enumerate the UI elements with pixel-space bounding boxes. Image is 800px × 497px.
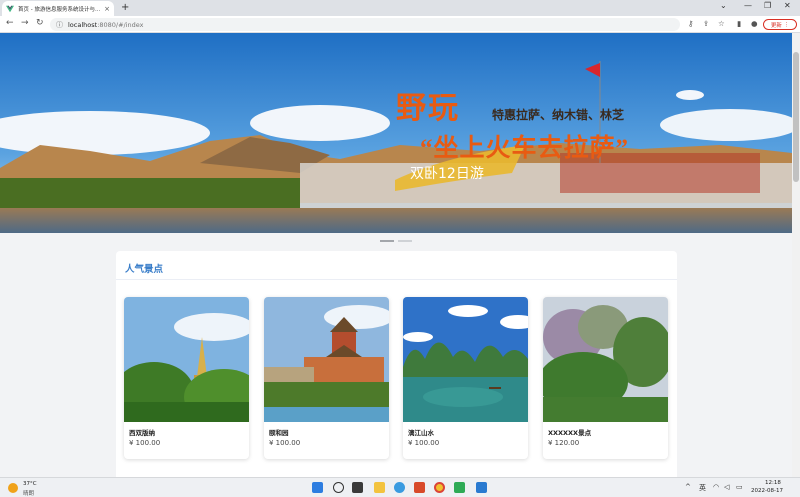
task-view-icon[interactable] [352, 482, 363, 493]
banner-image [0, 33, 792, 233]
url-host: localhost [68, 20, 98, 29]
back-icon[interactable]: ← [6, 18, 14, 28]
profile-icon[interactable]: ● [751, 19, 758, 28]
site-info-icon[interactable]: ⓘ [56, 20, 63, 30]
vue-logo-icon [6, 5, 14, 12]
weather-description: 晴朗 [23, 491, 35, 497]
spot-name: 漓江山水 [408, 429, 434, 437]
banner-title: 野玩 [396, 92, 460, 125]
address-bar[interactable]: ⓘ localhost:8080/#/index [50, 18, 680, 31]
battery-icon[interactable]: ▭ [736, 483, 743, 491]
spot-image-generic-spot [543, 297, 668, 422]
reload-icon[interactable]: ↻ [36, 18, 44, 28]
spot-price: ¥ 100.00 [129, 439, 161, 447]
clock-date[interactable]: 2022-08-17 [751, 488, 783, 494]
banner-slogan: “坐上火车去拉萨” [420, 135, 630, 162]
update-label: 更新 [770, 22, 782, 29]
spot-image-xishuangbanna [124, 297, 249, 422]
vscode-icon[interactable] [476, 482, 487, 493]
app-icon[interactable] [454, 482, 465, 493]
spot-price: ¥ 100.00 [408, 439, 440, 447]
chrome-icon[interactable] [434, 482, 445, 493]
url-path: :8080/#/index [97, 20, 144, 29]
close-window-button[interactable]: ✕ [784, 1, 791, 10]
spot-image-li-river [403, 297, 528, 422]
volume-icon[interactable]: ◁ [724, 483, 729, 491]
page-viewport: 野玩 特惠拉萨、纳木错、林芝 “坐上火车去拉萨” 双卧12日游 人气景点 西双版… [0, 33, 800, 477]
key-icon[interactable]: ⚷ [688, 19, 694, 28]
tab-close-icon[interactable]: × [104, 5, 110, 13]
section-title: 人气景点 [125, 264, 164, 275]
browser-tab-bar: 首页 - 旅游信息服务系统设计与... × + ⌄ — ❐ ✕ [0, 0, 800, 16]
spot-price: ¥ 100.00 [269, 439, 301, 447]
spot-price: ¥ 120.00 [548, 439, 580, 447]
update-button[interactable]: 更新 ⋮ [763, 19, 797, 30]
divider [116, 279, 677, 280]
popular-spots-panel: 人气景点 西双版纳 ¥ 100.00 颐和园 ¥ 100.00 漓江山水 ¥ 1… [116, 251, 677, 477]
spot-name: XXXXXX景点 [548, 429, 592, 437]
minimize-button[interactable]: — [744, 1, 752, 10]
spot-image-summer-palace [264, 297, 389, 422]
weather-sun-icon[interactable] [8, 483, 18, 493]
search-icon[interactable] [333, 482, 344, 493]
spot-name: 西双版纳 [129, 429, 155, 437]
carousel-dot-2[interactable] [398, 240, 412, 242]
url-text: localhost:8080/#/index [68, 21, 144, 29]
restore-button[interactable]: ❐ [764, 1, 771, 10]
app-icon[interactable] [414, 482, 425, 493]
tray-chevron-icon[interactable]: ^ [685, 483, 691, 491]
edge-icon[interactable] [394, 482, 405, 493]
scrollbar-thumb[interactable] [793, 52, 799, 182]
share-icon[interactable]: ⇪ [703, 19, 709, 28]
carousel-indicators [380, 240, 412, 242]
weather-temperature: 37°C [23, 481, 37, 487]
start-icon[interactable] [312, 482, 323, 493]
spot-card-1[interactable]: 西双版纳 ¥ 100.00 [124, 297, 249, 459]
spot-card-4[interactable]: XXXXXX景点 ¥ 120.00 [543, 297, 668, 459]
wifi-icon[interactable]: ◠ [713, 483, 719, 491]
taskbar: 37°C 晴朗 ^ 英 ◠ ◁ ▭ 12:18 2022-08-17 [0, 477, 800, 497]
browser-tab[interactable]: 首页 - 旅游信息服务系统设计与... × [2, 1, 114, 16]
spot-name: 颐和园 [269, 429, 289, 437]
spot-card-3[interactable]: 漓江山水 ¥ 100.00 [403, 297, 528, 459]
tab-title: 首页 - 旅游信息服务系统设计与... [18, 6, 101, 13]
bookmark-star-icon[interactable]: ☆ [718, 19, 725, 28]
forward-icon[interactable]: → [21, 18, 29, 28]
browser-toolbar: ← → ↻ ⓘ localhost:8080/#/index ⚷ ⇪ ☆ ▮ ●… [0, 16, 800, 33]
banner-days: 双卧12日游 [410, 166, 484, 182]
banner-subtitle: 特惠拉萨、纳木错、林芝 [492, 108, 625, 122]
side-panel-icon[interactable]: ▮ [737, 19, 741, 28]
clock-time[interactable]: 12:18 [765, 480, 781, 486]
new-tab-button[interactable]: + [121, 2, 129, 13]
file-explorer-icon[interactable] [374, 482, 385, 493]
tab-search-icon[interactable]: ⌄ [720, 1, 727, 10]
banner-carousel[interactable]: 野玩 特惠拉萨、纳木错、林芝 “坐上火车去拉萨” 双卧12日游 [0, 33, 792, 233]
spot-card-2[interactable]: 颐和园 ¥ 100.00 [264, 297, 389, 459]
carousel-dot-1[interactable] [380, 240, 394, 242]
ime-indicator[interactable]: 英 [699, 483, 706, 493]
